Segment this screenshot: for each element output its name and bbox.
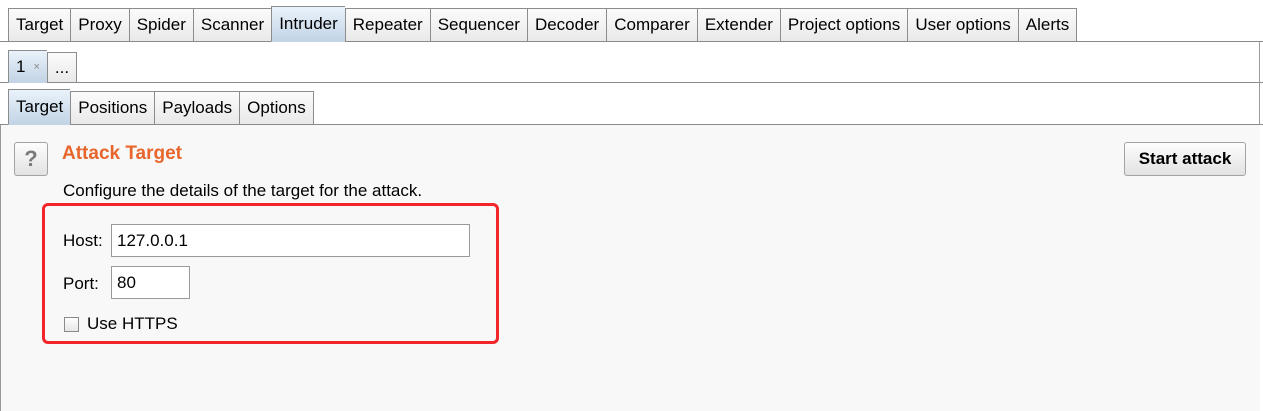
- help-icon[interactable]: ?: [14, 142, 48, 176]
- subtab-payloads[interactable]: Payloads: [154, 91, 240, 125]
- subtab-positions[interactable]: Positions: [70, 91, 155, 125]
- tab-proxy[interactable]: Proxy: [70, 8, 129, 42]
- subtab-target[interactable]: Target: [8, 89, 71, 125]
- port-label: Port:: [63, 274, 99, 293]
- attack-tab-1[interactable]: 1 ×: [8, 50, 47, 83]
- tab-scanner[interactable]: Scanner: [192, 8, 272, 42]
- use-https-label: Use HTTPS: [87, 314, 178, 333]
- tab-alerts[interactable]: Alerts: [1017, 8, 1078, 42]
- module-tabs: Target Proxy Spider Scanner Intruder Rep…: [8, 6, 1078, 42]
- intruder-subtabs: Target Positions Payloads Options: [8, 89, 314, 125]
- tab-extender[interactable]: Extender: [696, 8, 780, 42]
- module-tab-bar: Target Proxy Spider Scanner Intruder Rep…: [0, 0, 1263, 42]
- tab-spider[interactable]: Spider: [128, 8, 193, 42]
- tab-user-options[interactable]: User options: [907, 8, 1018, 42]
- attack-tabs: 1 × ...: [8, 50, 78, 83]
- use-https-checkbox[interactable]: [64, 316, 79, 332]
- tab-decoder[interactable]: Decoder: [526, 8, 607, 42]
- new-attack-tab[interactable]: ...: [46, 52, 78, 83]
- start-attack-button[interactable]: Start attack: [1124, 142, 1246, 176]
- tab-intruder[interactable]: Intruder: [271, 6, 345, 42]
- subtab-options[interactable]: Options: [239, 91, 314, 125]
- host-label: Host:: [63, 231, 103, 250]
- tab-project-options[interactable]: Project options: [779, 8, 908, 42]
- section-title: Attack Target: [62, 143, 183, 164]
- tab-repeater[interactable]: Repeater: [344, 8, 430, 42]
- attack-tab-bar: 1 × ...: [0, 42, 1263, 83]
- close-icon[interactable]: ×: [33, 61, 39, 73]
- attack-tab-label: 1: [16, 56, 26, 76]
- port-input[interactable]: [111, 266, 190, 299]
- host-input[interactable]: [111, 224, 470, 257]
- section-description: Configure the details of the target for …: [63, 181, 423, 200]
- tab-target[interactable]: Target: [8, 8, 71, 42]
- tab-sequencer[interactable]: Sequencer: [429, 8, 527, 42]
- use-https-option[interactable]: Use HTTPS: [64, 314, 178, 334]
- intruder-subtab-bar: Target Positions Payloads Options: [0, 83, 1263, 125]
- tab-comparer[interactable]: Comparer: [606, 8, 697, 42]
